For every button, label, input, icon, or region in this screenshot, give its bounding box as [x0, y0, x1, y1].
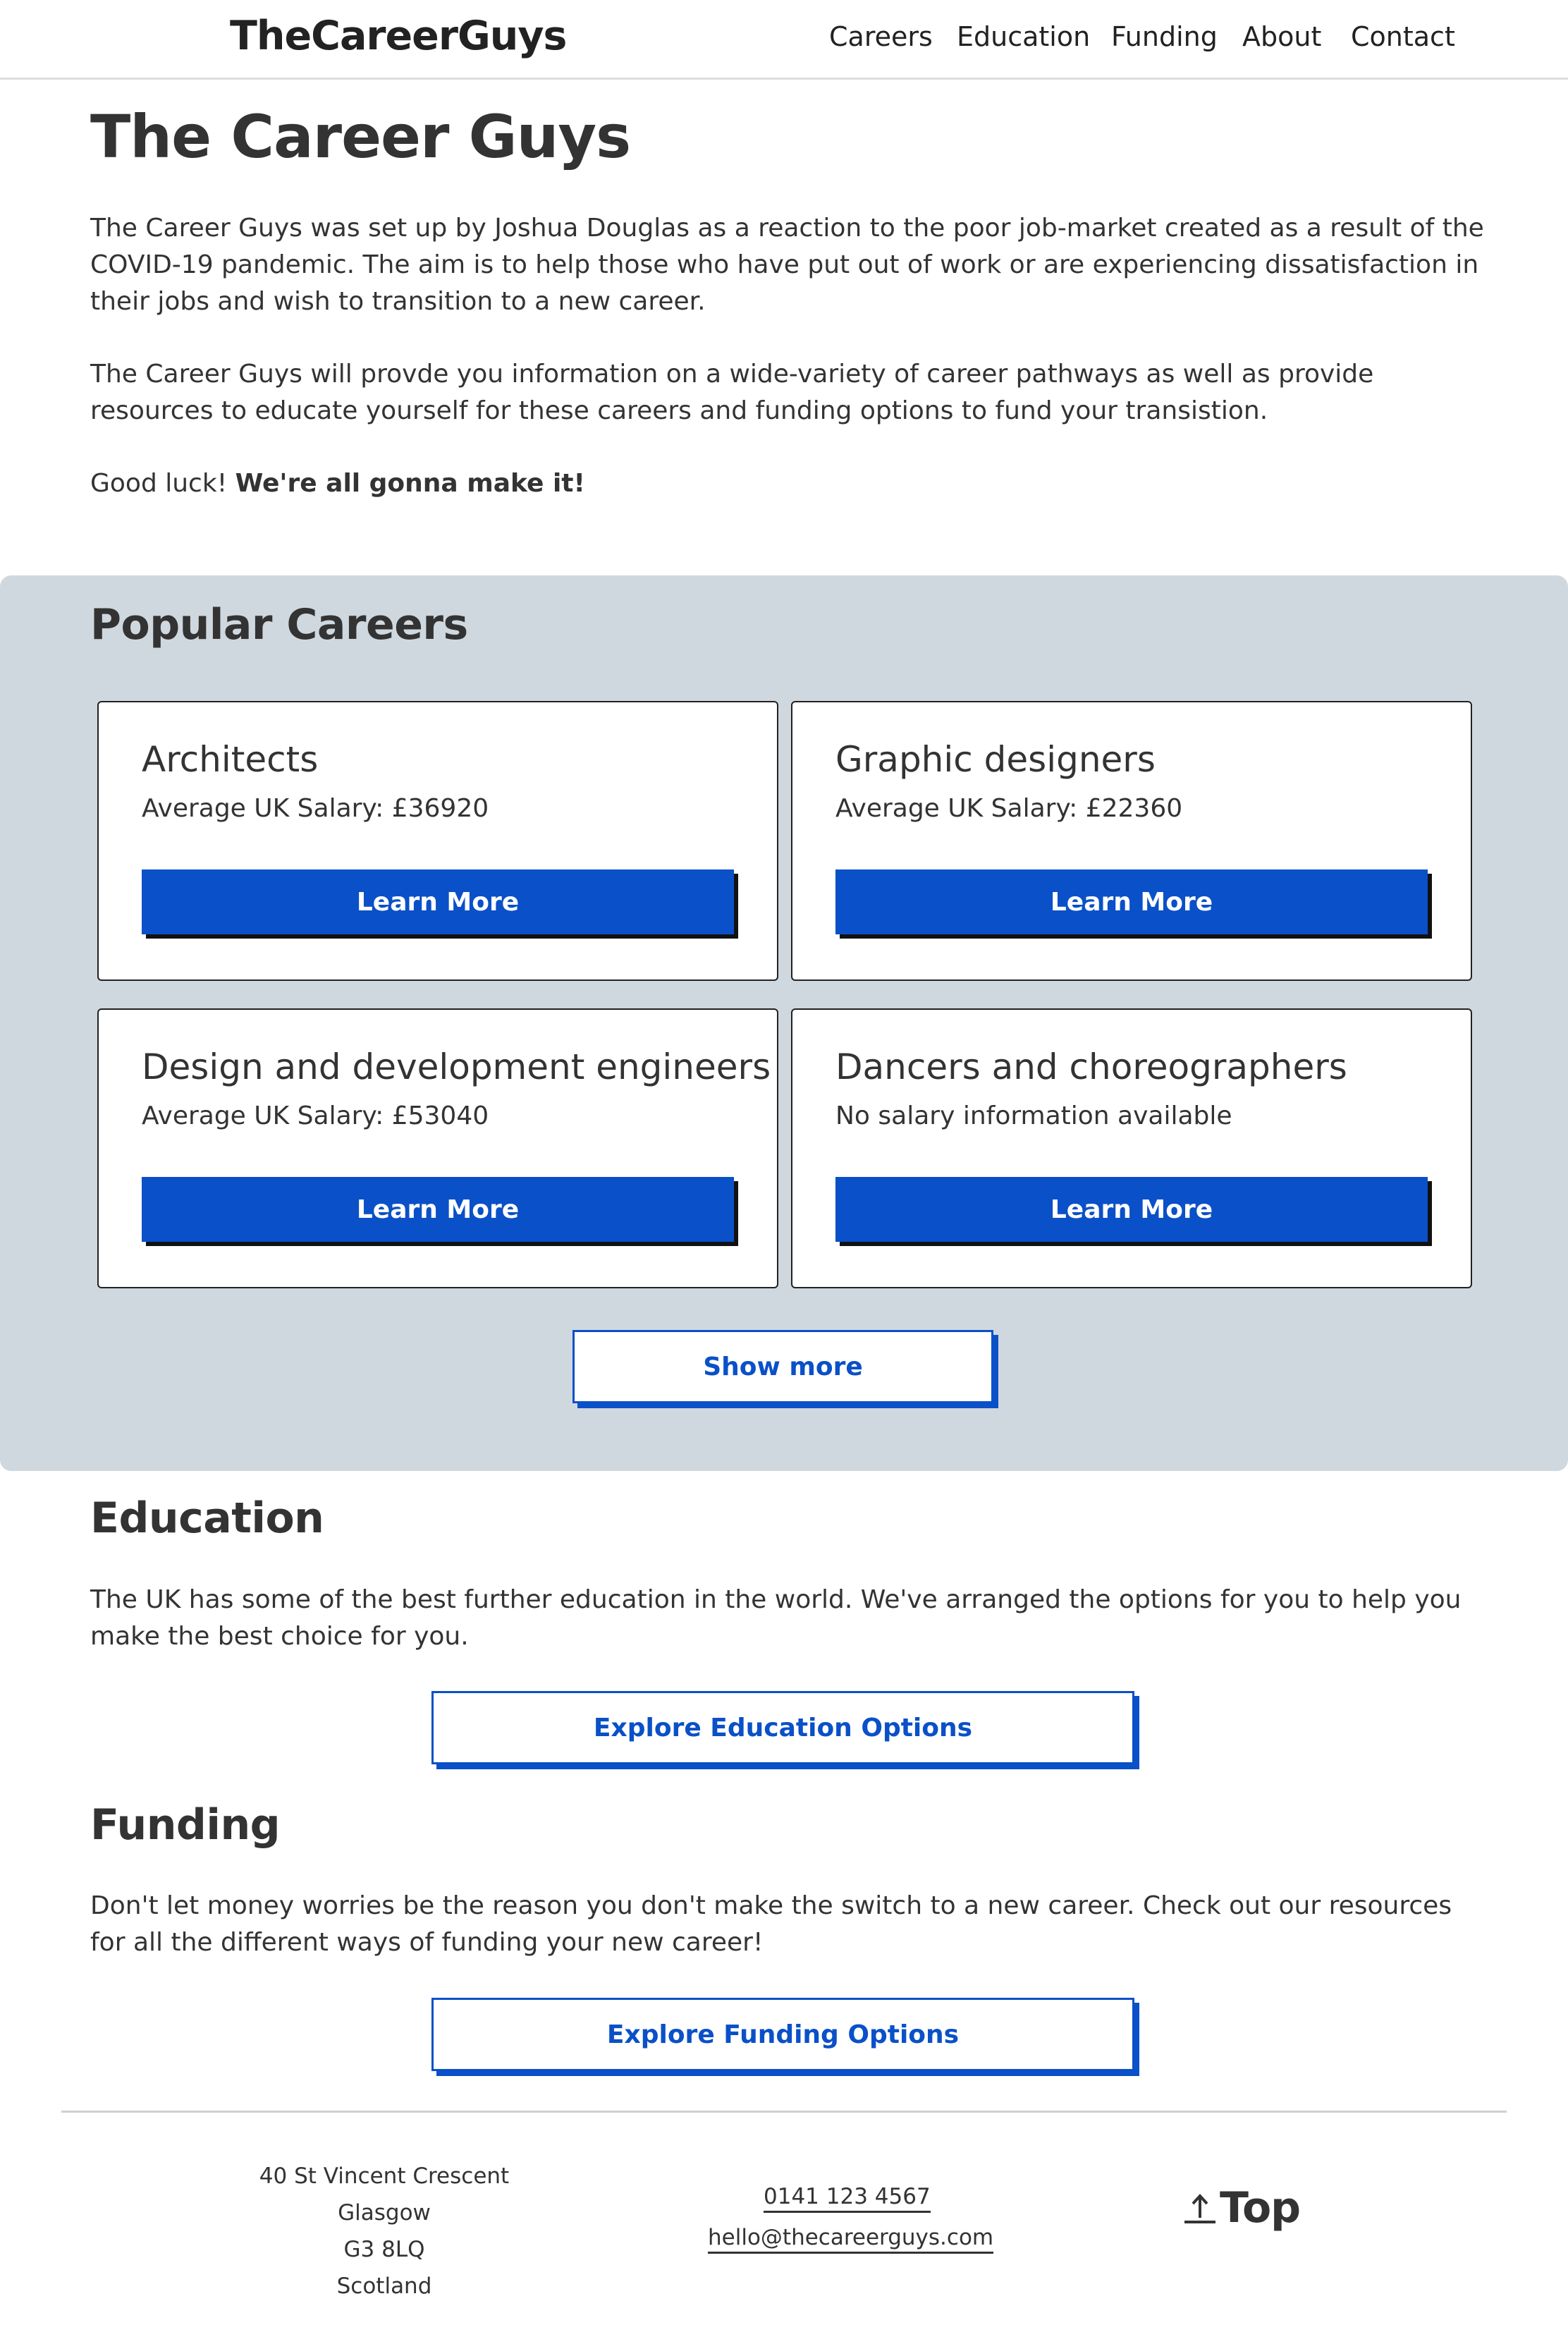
back-to-top-label: Top [1220, 2183, 1301, 2233]
intro-paragraph-3: Good luck! We're all gonna make it! [90, 465, 1486, 502]
career-title: Graphic designers [835, 739, 1156, 780]
funding-heading: Funding [90, 1800, 281, 1850]
career-card-design-engineers: Design and development engineers Average… [97, 1008, 778, 1288]
address-line: 40 St Vincent Crescent [259, 2163, 510, 2189]
career-card-dancers: Dancers and choreographers No salary inf… [791, 1008, 1472, 1288]
career-salary: Average UK Salary: £36920 [142, 794, 489, 823]
page-title: The Career Guys [90, 102, 631, 171]
career-card-architects: Architects Average UK Salary: £36920 Lea… [97, 701, 778, 981]
address-line: G3 8LQ [343, 2237, 425, 2262]
education-heading: Education [90, 1494, 324, 1543]
motto-text: We're all gonna make it! [235, 469, 585, 498]
footer-divider [61, 2111, 1507, 2113]
address-line: Scotland [336, 2273, 432, 2299]
learn-more-button[interactable]: Learn More [142, 869, 734, 934]
nav-about[interactable]: About [1242, 21, 1321, 52]
footer-email-link[interactable]: hello@thecareerguys.com [708, 2225, 994, 2254]
nav-education[interactable]: Education [957, 21, 1090, 52]
site-header: TheCareerGuys Careers Education Funding … [0, 0, 1568, 80]
learn-more-button[interactable]: Learn More [835, 1177, 1428, 1242]
back-to-top-link[interactable]: Top [1183, 2183, 1301, 2233]
intro-paragraph-2: The Career Guys will provde you informat… [90, 360, 1374, 425]
learn-more-button[interactable]: Learn More [835, 869, 1428, 934]
address-line: Glasgow [338, 2200, 431, 2226]
explore-education-button[interactable]: Explore Education Options [431, 1691, 1134, 1764]
popular-careers-section: Popular Careers Architects Average UK Sa… [0, 575, 1568, 1471]
education-text: The UK has some of the best further educ… [90, 1585, 1462, 1651]
footer-phone-link[interactable]: 0141 123 4567 [764, 2184, 931, 2213]
intro-paragraph-1: The Career Guys was set up by Joshua Dou… [90, 214, 1484, 316]
career-salary: Average UK Salary: £22360 [835, 794, 1183, 823]
arrow-up-icon [1184, 2194, 1215, 2223]
funding-text: Don't let money worries be the reason yo… [90, 1891, 1452, 1957]
career-salary: No salary information available [835, 1101, 1232, 1130]
good-luck-text: Good luck! [90, 469, 235, 498]
popular-careers-heading: Popular Careers [90, 600, 468, 649]
nav-funding[interactable]: Funding [1111, 21, 1218, 52]
explore-funding-button[interactable]: Explore Funding Options [431, 1998, 1134, 2071]
career-title: Design and development engineers [142, 1046, 771, 1087]
career-salary: Average UK Salary: £53040 [142, 1101, 489, 1130]
career-title: Architects [142, 739, 319, 780]
nav-contact[interactable]: Contact [1351, 21, 1455, 52]
learn-more-button[interactable]: Learn More [142, 1177, 734, 1242]
career-title: Dancers and choreographers [835, 1046, 1347, 1087]
show-more-button[interactable]: Show more [572, 1330, 993, 1403]
site-logo[interactable]: TheCareerGuys [230, 13, 567, 59]
footer-address: 40 St Vincent Crescent Glasgow G3 8LQ Sc… [243, 2158, 525, 2305]
nav-careers[interactable]: Careers [829, 21, 933, 52]
career-card-graphic-designers: Graphic designers Average UK Salary: £22… [791, 701, 1472, 981]
